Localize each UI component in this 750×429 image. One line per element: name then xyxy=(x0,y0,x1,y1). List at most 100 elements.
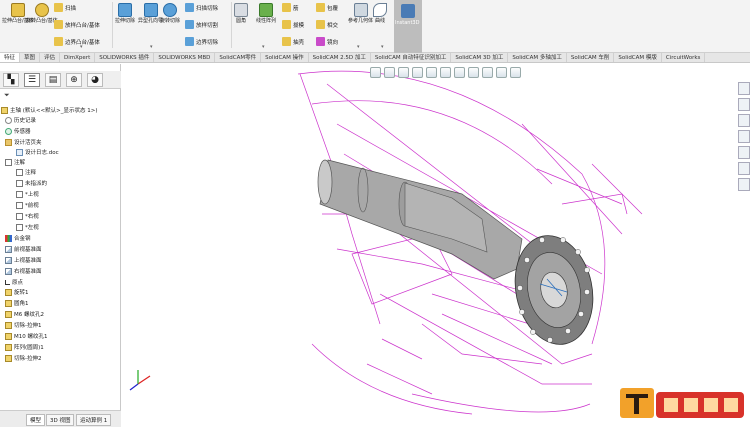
tree-item[interactable]: M10 螺纹孔1 xyxy=(5,332,48,340)
tree-item[interactable]: 合金钢 xyxy=(5,234,31,242)
tab-solidcam-3d[interactable]: SolidCAM 3D 加工 xyxy=(451,53,509,62)
tab-solidworks-mbd[interactable]: SOLIDWORKS MBD xyxy=(154,53,216,62)
display-manager-tab-icon[interactable]: ◕ xyxy=(87,72,103,87)
apply-scene-icon[interactable] xyxy=(482,66,493,78)
tree-item[interactable]: 设计日志.doc xyxy=(16,148,59,156)
revolved-cut-button[interactable]: 旋转切除 xyxy=(160,3,180,24)
solidworks-resources-icon[interactable] xyxy=(738,178,750,191)
tab-motion-study[interactable]: 运动算例 1 xyxy=(76,414,112,426)
tab-evaluate[interactable]: 评估 xyxy=(40,53,61,62)
model-view-tabs: 模型 3D 视图 运动算例 1 xyxy=(0,410,121,427)
tab-model[interactable]: 模型 xyxy=(26,414,46,426)
tree-root[interactable]: 主轴 (默认<<默认>_显示状态 1>) xyxy=(1,106,97,114)
tree-item[interactable]: *左视 xyxy=(16,223,39,231)
tree-item[interactable]: 圆角1 xyxy=(5,299,29,307)
boundary-cut-button[interactable]: 边界切除 xyxy=(185,37,218,46)
chevron-down-icon[interactable]: ▾ xyxy=(357,44,360,50)
tree-item[interactable]: 阵列(圆周)1 xyxy=(5,343,44,351)
tab-solidcam-multiaxis[interactable]: SolidCAM 多轴加工 xyxy=(508,53,567,62)
view-settings-icon[interactable] xyxy=(496,66,507,78)
section-view-icon[interactable] xyxy=(412,66,423,78)
tree-item[interactable]: 未指派的 xyxy=(16,179,47,187)
tree-item[interactable]: 注释 xyxy=(16,168,36,176)
tree-item[interactable]: 注解 xyxy=(5,158,25,166)
tab-solidcam-afrm[interactable]: SolidCAM 自动特征识别加工 xyxy=(371,53,452,62)
curves-button[interactable]: 曲线 xyxy=(373,3,387,24)
tree-item[interactable]: 原点 xyxy=(5,278,23,286)
revolve-feature-icon xyxy=(5,288,12,296)
tree-item[interactable]: 传感器 xyxy=(5,127,31,135)
monitor-icon[interactable] xyxy=(510,66,521,78)
chevron-down-icon[interactable]: ▾ xyxy=(150,44,153,50)
linear-pattern-button[interactable]: 线性阵列 xyxy=(256,3,276,24)
swept-cut-button[interactable]: 扫描切除 xyxy=(185,3,218,12)
tree-item[interactable]: 前视基准面 xyxy=(5,245,42,253)
tab-3d-views[interactable]: 3D 视图 xyxy=(46,414,75,426)
chevron-down-icon[interactable]: ▾ xyxy=(262,44,265,50)
tree-item[interactable]: 右视基准面 xyxy=(5,267,42,275)
feature-manager-tab-icon[interactable]: ▚ xyxy=(3,72,19,87)
tree-item[interactable]: *右视 xyxy=(16,212,39,220)
draft-icon xyxy=(282,20,291,29)
tab-solidcam-template[interactable]: SolidCAM 模版 xyxy=(614,53,662,62)
tab-solidworks-addins[interactable]: SOLIDWORKS 插件 xyxy=(95,53,155,62)
design-library-icon[interactable] xyxy=(738,98,750,111)
edit-appearance-icon[interactable] xyxy=(468,66,479,78)
tree-item[interactable]: 切除-拉伸1 xyxy=(5,321,41,329)
tab-solidcam-25d[interactable]: SolidCAM 2.5D 加工 xyxy=(309,53,371,62)
ribbon-divider xyxy=(112,2,113,48)
tab-solidcam-part[interactable]: SolidCAM零件 xyxy=(215,53,262,62)
lofted-cut-icon xyxy=(185,20,194,29)
graphics-area[interactable] xyxy=(122,64,750,427)
zoom-to-area-icon[interactable] xyxy=(384,66,395,78)
fillet-feature-icon xyxy=(5,299,12,307)
tree-item[interactable]: 旋转1 xyxy=(5,288,29,296)
tab-solidcam-turning[interactable]: SolidCAM 车削 xyxy=(567,53,615,62)
home-icon[interactable] xyxy=(738,82,750,95)
tree-item[interactable]: 历史记录 xyxy=(5,116,36,124)
wrap-button[interactable]: 包覆 xyxy=(316,3,338,12)
appearances-icon[interactable] xyxy=(738,146,750,159)
extruded-cut-button[interactable]: 拉伸切除 xyxy=(115,3,135,24)
property-manager-tab-icon[interactable]: ☰ xyxy=(24,72,40,87)
file-explorer-icon[interactable] xyxy=(738,114,750,127)
tab-dimxpert[interactable]: DimXpert xyxy=(60,53,96,62)
lofted-cut-button[interactable]: 放样切割 xyxy=(185,20,218,29)
fillet-button[interactable]: 圆角 xyxy=(234,3,248,24)
rib-button[interactable]: 筋 xyxy=(282,3,299,12)
configuration-manager-tab-icon[interactable]: ▤ xyxy=(45,72,61,87)
intersect-icon xyxy=(316,20,325,29)
custom-properties-icon[interactable] xyxy=(738,162,750,175)
tab-sketch[interactable]: 草图 xyxy=(20,53,41,62)
instant3d-button[interactable]: Instant3D xyxy=(394,0,422,53)
chevron-down-icon[interactable]: ▾ xyxy=(381,44,384,50)
view-palette-icon[interactable] xyxy=(738,130,750,143)
tree-item[interactable]: *上视 xyxy=(16,190,39,198)
tree-item[interactable]: *前视 xyxy=(16,201,39,209)
tree-item[interactable]: 切除-拉伸2 xyxy=(5,354,41,362)
hide-show-items-icon[interactable] xyxy=(454,66,465,78)
loft-button[interactable]: 放样凸台/基体 xyxy=(54,20,100,29)
tree-item[interactable]: 设计活页夹 xyxy=(5,138,42,146)
shell-button[interactable]: 抽壳 xyxy=(282,37,304,46)
tab-features[interactable]: 特征 xyxy=(0,53,21,62)
chevron-down-icon[interactable]: ▾ xyxy=(80,44,83,50)
tree-item[interactable]: 上视基准面 xyxy=(5,256,42,264)
filter-icon[interactable]: ⏷ xyxy=(4,91,10,100)
intersect-button[interactable]: 相交 xyxy=(316,20,338,29)
draft-button[interactable]: 拔模 xyxy=(282,20,304,29)
sweep-button[interactable]: 扫描 xyxy=(54,3,76,12)
mirror-button[interactable]: 镜向 xyxy=(316,37,338,46)
tab-solidcam-operations[interactable]: SolidCAM 操作 xyxy=(261,53,309,62)
revolved-boss-button[interactable]: 旋转凸台/基体 xyxy=(26,3,58,24)
previous-view-icon[interactable] xyxy=(398,66,409,78)
dimxpert-manager-tab-icon[interactable]: ⊕ xyxy=(66,72,82,87)
zoom-to-fit-icon[interactable] xyxy=(370,66,381,78)
tab-circuitworks[interactable]: CircuitWorks xyxy=(662,53,706,62)
display-style-icon[interactable] xyxy=(440,66,451,78)
reference-geometry-button[interactable]: 参考几何体 xyxy=(348,3,373,24)
tree-item[interactable]: M6 螺纹孔2 xyxy=(5,310,44,318)
panel-tabs: ▚ ☰ ▤ ⊕ ◕ xyxy=(0,71,121,89)
view-orientation-icon[interactable] xyxy=(426,66,437,78)
boundary-boss-button[interactable]: 边界凸台/基体 xyxy=(54,37,100,46)
